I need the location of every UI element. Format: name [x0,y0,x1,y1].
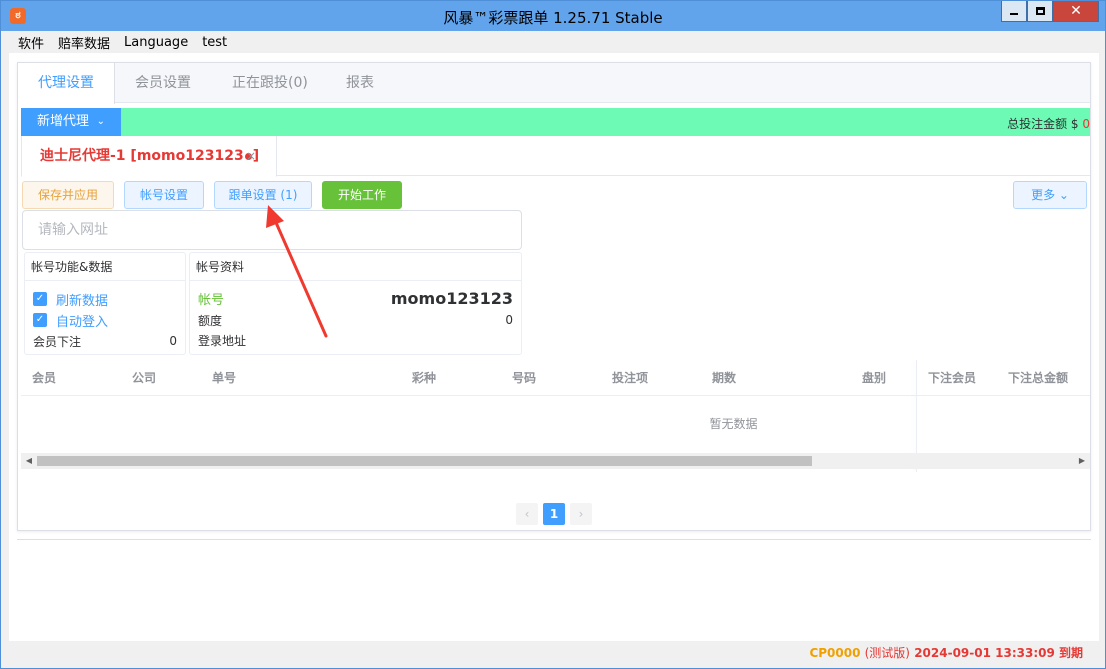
bets-table: 会员 公司 单号 彩种 号码 投注项 期数 盘别 下注会员 下注总金额 暂无数据… [21,360,1090,472]
status-bar: CP0000 (测试版) 2024-09-01 13:33:09 到期 [9,641,1099,661]
save-apply-button[interactable]: 保存并应用 [22,181,114,209]
account-row: 帐号 momo123123 [198,288,513,308]
menu-bar: 软件 赔率数据 Language test [9,31,1099,53]
refresh-data-label: 刷新数据 [56,293,109,309]
account-functions-panel: 帐号功能&数据 ✓ 刷新数据 ✓ 自动登入 会员下注 0 [24,252,186,355]
account-label: 帐号 [198,292,225,308]
empty-state: 暂无数据 [21,415,916,432]
agent-tab[interactable]: 迪士尼代理-1 [momo123123] × [21,136,277,177]
empty-state-label: 暂无数据 [709,417,758,431]
add-agent-label: 新增代理 [37,114,90,129]
pagination: ‹ 1 › [516,503,597,525]
client-area: 代理设置 会员设置 正在跟投(0) 报表 新增代理 ⌄ 总投注金额 $ 0 迪士… [9,53,1099,641]
window-title: 风暴™彩票跟单 1.25.71 Stable [443,9,663,27]
horizontal-scrollbar[interactable]: ◀ ▶ [21,453,1090,469]
next-page-button[interactable]: › [570,503,592,525]
add-agent-button[interactable]: 新增代理 ⌄ [21,108,121,136]
license-status: CP0000 (测试版) 2024-09-01 13:33:09 到期 [809,644,1083,661]
tab-member-settings[interactable]: 会员设置 [115,63,211,103]
total-bet-label: 总投注金额 $ [1007,117,1079,131]
menu-test[interactable]: test [202,35,227,50]
col-bet-item[interactable]: 投注项 [612,360,648,396]
agent-toolbar: 新增代理 ⌄ 总投注金额 $ 0 [21,108,1090,136]
tab-reports[interactable]: 报表 [326,63,394,103]
quota-row: 额度 0 [198,310,513,330]
account-profile-title: 帐号资料 [190,253,521,281]
menu-language[interactable]: Language [124,35,188,50]
auto-login-checkbox[interactable]: ✓ 自动登入 [33,310,108,330]
app-window: ಠ 风暴™彩票跟单 1.25.71 Stable ✕ 软件 赔率数据 Langu… [0,0,1106,669]
window-controls: ✕ [1001,1,1099,23]
close-window-button[interactable]: ✕ [1053,1,1099,22]
prev-page-button[interactable]: ‹ [516,503,538,525]
login-url-label: 登录地址 [198,333,247,348]
total-bet-value: 0 [1082,117,1090,131]
start-work-button[interactable]: 开始工作 [322,181,402,209]
menu-software[interactable]: 软件 [18,33,44,52]
quota-label: 额度 [198,313,223,328]
main-card: 代理设置 会员设置 正在跟投(0) 报表 新增代理 ⌄ 总投注金额 $ 0 迪士… [17,62,1091,531]
agent-tabs: 迪士尼代理-1 [momo123123] × [21,136,1090,177]
menu-odds-data[interactable]: 赔率数据 [58,33,110,52]
col-order-no[interactable]: 单号 [212,360,236,396]
maximize-button[interactable] [1027,1,1053,22]
title-bar[interactable]: ಠ 风暴™彩票跟单 1.25.71 Stable ✕ [1,1,1105,31]
close-icon: ✕ [1070,3,1082,19]
member-bet-value: 0 [169,334,177,348]
scroll-right-icon[interactable]: ▶ [1074,453,1090,469]
col-bet-member[interactable]: 下注会员 [928,360,976,396]
total-bet-amount: 总投注金额 $ 0 [1007,115,1090,132]
col-member[interactable]: 会员 [32,360,56,396]
divider [17,539,1091,540]
license-code: CP0000 [809,646,861,660]
checkbox-checked-icon: ✓ [33,313,47,327]
scrollbar-thumb[interactable] [37,456,812,466]
col-total-amount[interactable]: 下注总金额 [1008,360,1068,396]
chevron-down-icon: ⌄ [96,116,105,127]
account-value: momo123123 [390,288,513,308]
account-profile-panel: 帐号资料 帐号 momo123123 额度 0 登录地址 [189,252,522,355]
col-lottery-type[interactable]: 彩种 [412,360,436,396]
follow-settings-button[interactable]: 跟单设置 (1) [214,181,312,209]
table-header: 会员 公司 单号 彩种 号码 投注项 期数 盘别 下注会员 下注总金额 [21,360,1090,396]
account-settings-button[interactable]: 帐号设置 [124,181,204,209]
tab-following[interactable]: 正在跟投(0) [212,63,328,103]
license-edition: (测试版) [864,646,910,660]
agent-tab-label: 迪士尼代理-1 [momo123123 [40,148,244,164]
auto-login-label: 自动登入 [56,314,109,330]
page-1-button[interactable]: 1 [543,503,565,525]
refresh-data-checkbox[interactable]: ✓ 刷新数据 [33,289,108,309]
minimize-button[interactable] [1001,1,1027,22]
checkbox-checked-icon: ✓ [33,292,47,306]
login-url-row: 登录地址 [198,330,513,350]
license-expiry: 2024-09-01 13:33:09 到期 [914,646,1083,660]
col-period[interactable]: 期数 [712,360,736,396]
quota-value: 0 [505,313,513,327]
account-functions-title: 帐号功能&数据 [25,253,185,281]
url-input[interactable] [22,210,522,250]
more-button[interactable]: 更多 ⌄ [1013,181,1087,209]
col-market[interactable]: 盘别 [862,360,886,396]
member-bet-label: 会员下注 [33,334,82,349]
minimize-icon [1010,13,1018,15]
maximize-icon [1035,7,1045,15]
close-tab-icon[interactable]: × [246,136,256,176]
top-tabs: 代理设置 会员设置 正在跟投(0) 报表 [18,63,1090,104]
tab-agent-settings[interactable]: 代理设置 [18,63,115,104]
col-number[interactable]: 号码 [512,360,536,396]
member-bet-row: 会员下注 0 [33,331,177,351]
scroll-left-icon[interactable]: ◀ [21,453,37,469]
col-company[interactable]: 公司 [132,360,156,396]
